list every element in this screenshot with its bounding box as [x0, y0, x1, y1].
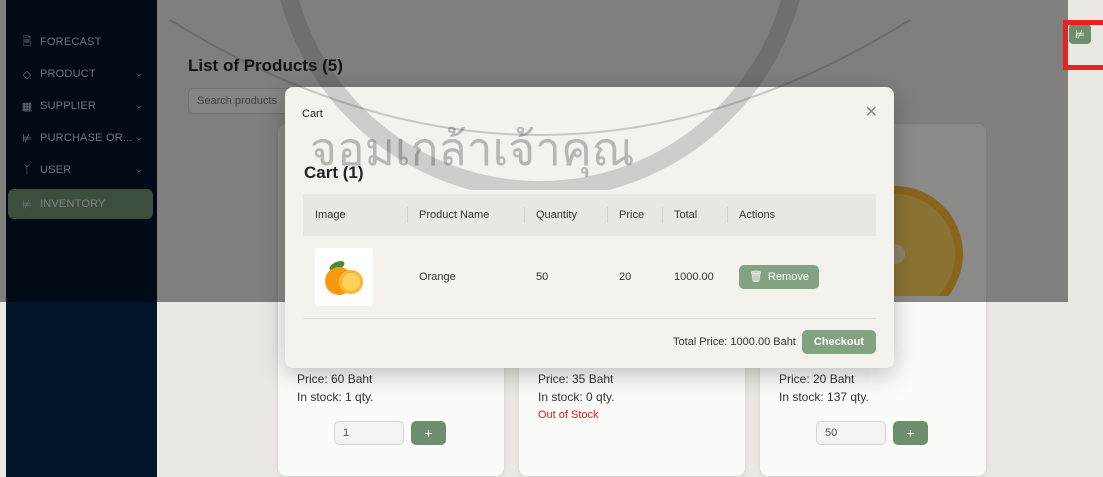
product-stock: In stock: 137 qty.: [779, 390, 869, 404]
table-row: Orange 50 20 1000.00 🗑 Remove: [303, 236, 876, 318]
product-price: Price: 60 Baht: [297, 372, 373, 386]
column-header: Total: [662, 194, 727, 236]
product-thumbnail: [315, 247, 373, 306]
add-to-cart-button[interactable]: +: [411, 421, 446, 445]
close-icon[interactable]: ✕: [865, 102, 878, 122]
total-price: Total Price: 1000.00 Baht: [672, 336, 796, 348]
cart-heading: Cart (1): [304, 163, 364, 182]
cell-price: 20: [619, 270, 632, 283]
cart-footer: Total Price: 1000.00 Baht Checkout: [673, 330, 876, 354]
add-to-cart-button[interactable]: +: [893, 421, 928, 445]
orange-icon: [325, 260, 363, 295]
product-price: Price: 35 Baht: [538, 372, 614, 386]
cell-total: 1000.00: [674, 270, 714, 283]
product-price: Price: 20 Baht: [779, 372, 855, 386]
column-header: Product Name: [407, 194, 524, 236]
product-stock: In stock: 1 qty.: [297, 390, 374, 404]
cell-image: [303, 236, 407, 318]
modal-title: Cart: [302, 108, 323, 120]
product-info: Price: 35 Baht In stock: 0 qty. Out of S…: [538, 370, 614, 424]
column-header: Actions: [727, 194, 876, 236]
product-stock: In stock: 0 qty.: [538, 390, 615, 404]
table-header-row: Image Product Name Quantity Price Total …: [303, 194, 876, 236]
cell-quantity: 50: [536, 270, 549, 283]
cart-table: Image Product Name Quantity Price Total …: [303, 194, 876, 319]
column-header: Price: [607, 194, 662, 236]
column-header: Image: [315, 209, 346, 221]
remove-label: Remove: [768, 270, 809, 283]
quantity-input[interactable]: 1: [334, 421, 404, 445]
remove-button[interactable]: 🗑 Remove: [739, 264, 819, 289]
trash-icon: 🗑: [749, 271, 763, 284]
product-info: Price: 60 Baht In stock: 1 qty.: [297, 370, 373, 406]
highlight-box: [1063, 20, 1103, 70]
cell-product-name: Orange: [419, 270, 456, 283]
cell-actions: 🗑 Remove: [727, 236, 876, 318]
quantity-input[interactable]: 50: [816, 421, 886, 445]
product-info: Price: 20 Baht In stock: 137 qty.: [779, 370, 869, 406]
checkout-button[interactable]: Checkout: [801, 330, 876, 354]
column-header: Quantity: [524, 194, 607, 236]
out-of-stock-label: Out of Stock: [538, 409, 599, 421]
cart-modal: Cart ✕ Cart (1) Image Product Name Quant…: [285, 87, 894, 368]
